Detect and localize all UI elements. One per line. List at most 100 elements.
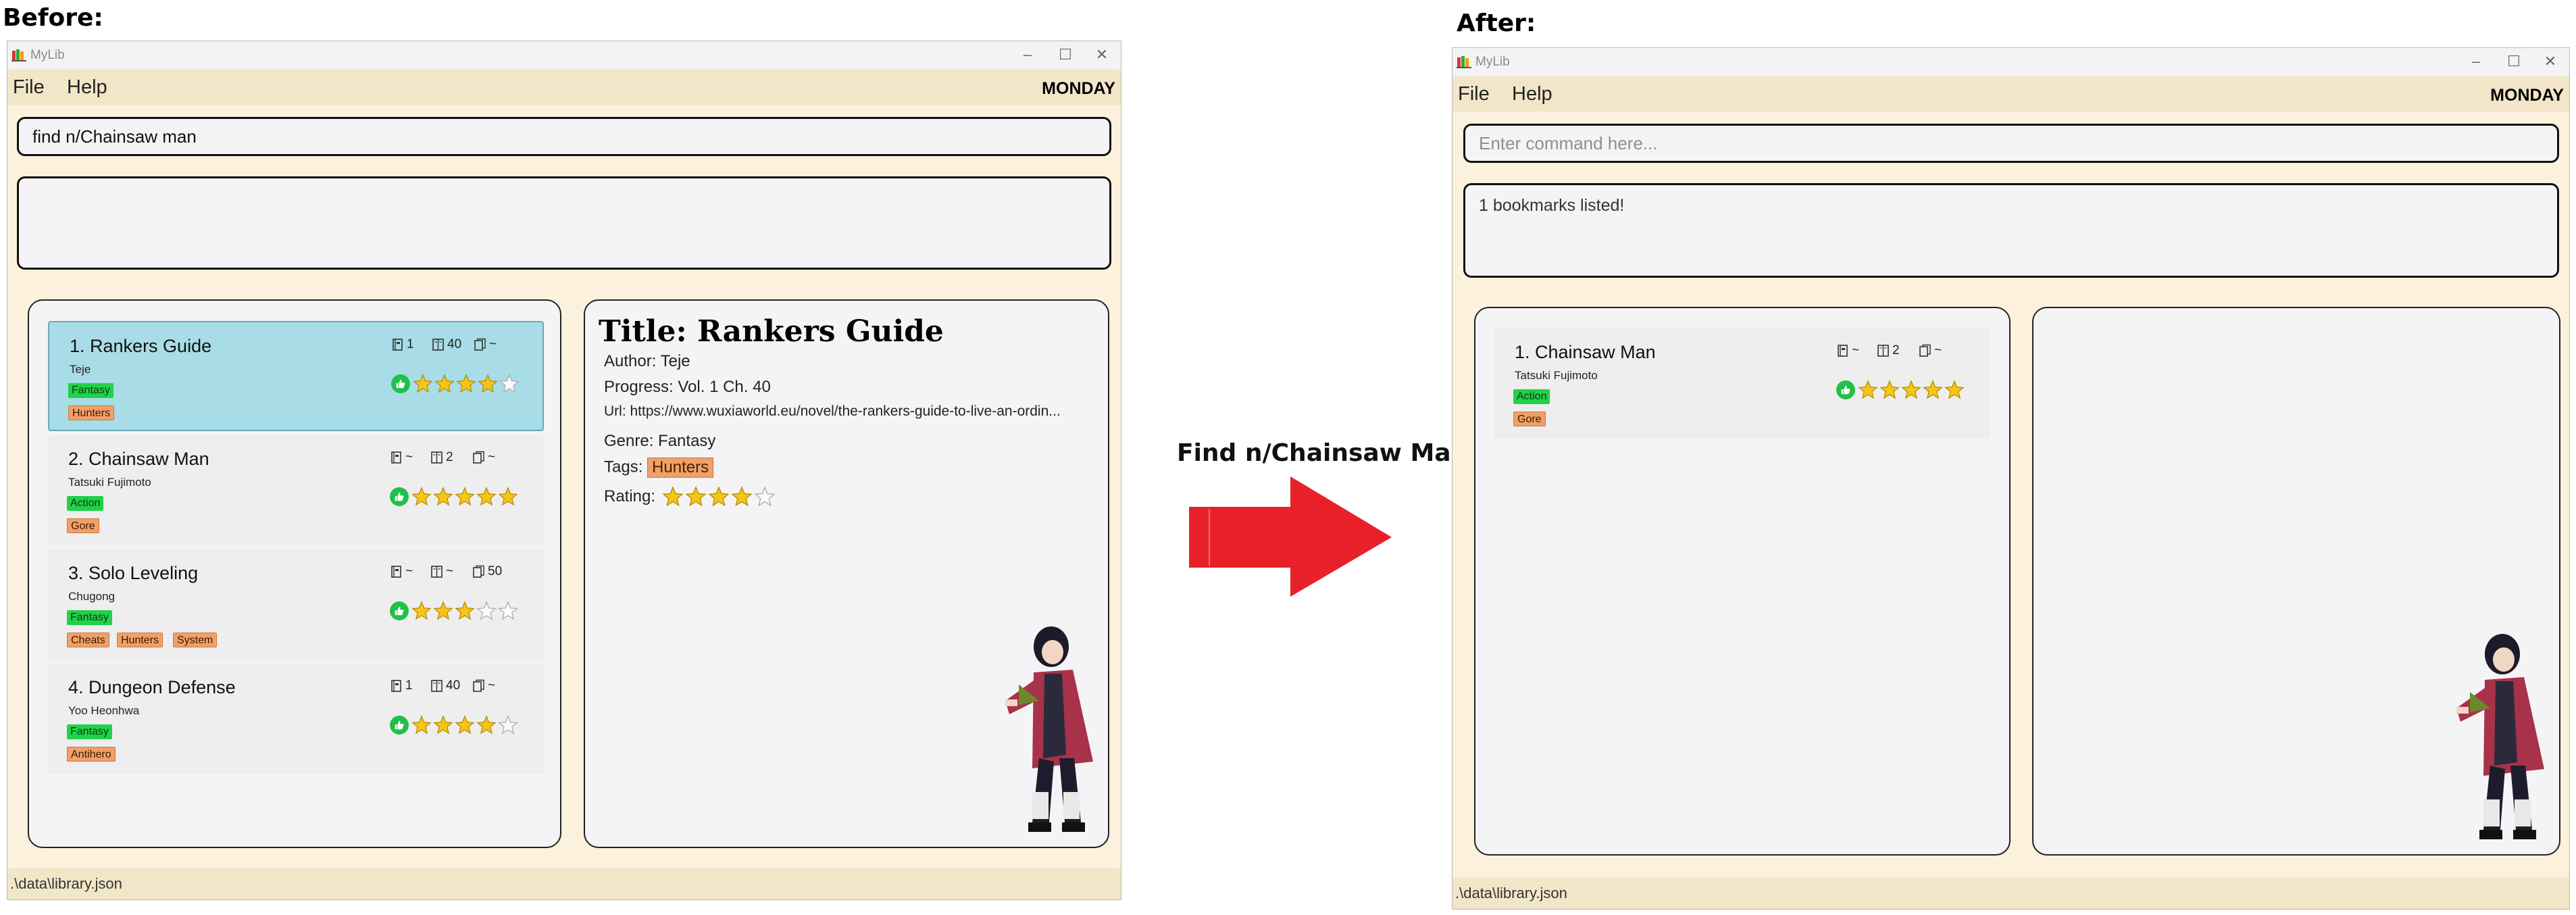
bookmark-card[interactable]: 4. Dungeon Defense Yoo Heonhwa Fantasy Anti… [48,664,544,774]
bookmark-list-panel[interactable]: 1. Rankers Guide Teje Fantasy Hunters 1 40 ~2.… [28,299,561,848]
volume-icon [1838,345,1848,357]
volume-value: ~ [405,450,413,464]
rating-row [1836,380,1966,400]
detail-progress: Progress: Vol. 1 Ch. 40 [604,378,771,396]
menu-help[interactable]: Help [1512,83,1552,105]
bookmark-author: Chugong [68,590,116,603]
detail-title: Title: Rankers Guide [599,314,944,349]
command-input[interactable] [1465,126,2557,161]
star-filled-icon [411,715,432,735]
star-filled-icon [731,486,753,507]
genre-tag: Fantasy [67,724,112,739]
thumbs-up-icon [390,487,409,506]
star-filled-icon [413,374,433,393]
volume-icon [391,680,401,692]
pages-icon [473,679,484,692]
bookmark-author: Tatsuki Fujimoto [1515,369,1598,382]
rating-row [390,601,520,621]
pages-meta: ~ [472,678,495,693]
menu-bar: File Help MONDAY [1453,76,2569,112]
menu-bar: File Help MONDAY [7,70,1121,105]
menu-help[interactable]: Help [67,76,107,99]
pages-value: ~ [489,337,497,351]
chapter-icon [431,451,443,464]
pages-icon [473,451,484,464]
star-filled-icon [455,487,475,506]
bookmark-title: 1. Rankers Guide [70,336,212,356]
volume-meta: 1 [391,337,414,352]
volume-value: ~ [1852,343,1860,357]
command-box [1463,124,2559,163]
command-input[interactable] [19,119,1109,154]
tag-badge: Cheats [67,633,109,647]
genre-tag: Fantasy [67,610,112,625]
star-filled-icon [1901,380,1921,399]
anime-character-image [1005,626,1093,832]
pages-icon [1919,344,1931,357]
bookmark-list-panel[interactable]: 1. Chainsaw Man Tatsuki Fujimoto Action Gor… [1474,307,2011,856]
tag-badge: Gore [67,518,99,533]
pages-meta: ~ [474,337,497,352]
volume-meta: ~ [390,450,413,465]
volume-value: 1 [407,337,414,351]
tag-badge: Antihero [67,747,116,762]
bookmark-card[interactable]: 1. Rankers Guide Teje Fantasy Hunters 1 40 ~ [48,321,544,431]
star-filled-icon [434,374,455,393]
menu-file[interactable]: File [13,76,45,99]
title-bar: MyLib – ☐ ✕ [1453,48,2569,76]
volume-value: 1 [405,678,413,693]
rating-row [390,715,520,735]
chapter-value: 40 [446,678,461,693]
app-title: MyLib [30,48,65,62]
detail-tag: Hunters [647,458,714,478]
chapter-icon [431,566,443,578]
bookmark-title: 2. Chainsaw Man [68,449,209,469]
bookmark-title: 1. Chainsaw Man [1515,342,1656,362]
chapter-meta: 2 [430,450,453,465]
chapter-meta: 40 [432,337,461,352]
bookmark-author: Teje [70,363,91,376]
chapter-icon [432,339,444,351]
result-display [17,176,1111,270]
bookmark-detail-panel [2032,307,2560,856]
star-filled-icon [456,374,476,393]
detail-tags-label: Tags: [604,458,643,476]
tag-badge: Gore [1513,412,1546,426]
pages-value: ~ [488,678,496,693]
pages-meta: ~ [472,450,495,465]
day-label: MONDAY [1042,79,1115,98]
anime-character-image [2456,634,2544,839]
bookmark-card[interactable]: 2. Chainsaw Man Tatsuki Fujimoto Action Gor… [48,435,544,545]
minimize-icon[interactable]: – [1017,44,1038,66]
star-empty-icon [499,374,520,393]
minimize-icon[interactable]: – [2465,51,2487,72]
maximize-icon[interactable]: ☐ [1055,44,1076,66]
star-filled-icon [476,715,497,735]
close-icon[interactable]: ✕ [2540,51,2561,72]
volume-meta: 1 [390,678,413,693]
thumbs-up-icon [390,601,409,620]
rating-row [391,374,521,394]
detail-url[interactable]: Url: https://www.wuxiaworld.eu/novel/the… [604,403,1061,420]
star-filled-icon [685,486,707,507]
star-filled-icon [411,601,432,620]
star-filled-icon [411,487,432,506]
chapter-meta: 40 [430,678,460,693]
maximize-icon[interactable]: ☐ [2503,51,2525,72]
star-filled-icon [498,487,518,506]
star-empty-icon [498,715,518,735]
volume-meta: ~ [1836,343,1859,358]
chapter-value: 40 [447,337,462,351]
close-icon[interactable]: ✕ [1091,44,1113,66]
bookmark-card[interactable]: 3. Solo Leveling Chugong Fantasy Cheats Hunt… [48,549,544,660]
star-filled-icon [1923,380,1943,399]
star-filled-icon [476,487,497,506]
menu-file[interactable]: File [1458,83,1490,105]
before-caption: Before: [3,4,103,32]
thumbs-up-icon [1836,380,1855,399]
command-box [17,117,1111,156]
bookmark-card[interactable]: 1. Chainsaw Man Tatsuki Fujimoto Action Gor… [1494,328,1990,439]
detail-tags-row: Tags: Hunters [604,458,714,478]
star-filled-icon [433,715,453,735]
star-filled-icon [433,601,453,620]
